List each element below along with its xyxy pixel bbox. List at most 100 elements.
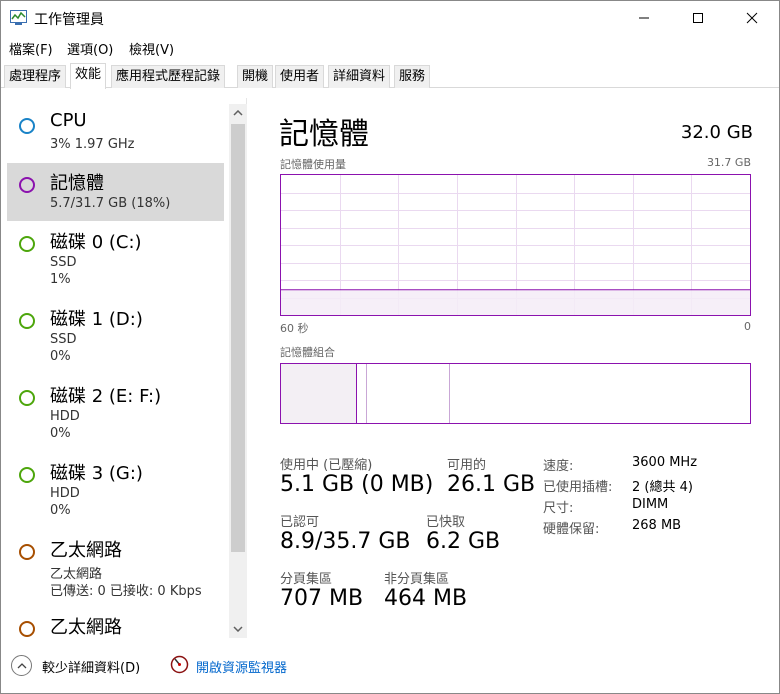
cached-value: 6.2 GB [426,529,501,554]
composition-standby [368,364,450,423]
sidebar-item-memory[interactable]: 記憶體 5.7/31.7 GB (18%) [7,163,224,221]
task-manager-window: 工作管理員 檔案(F) 選項(O) 檢視(V) 處理程序 效能 應用程式歷程記錄… [0,0,780,694]
tab-performance[interactable]: 效能 [70,63,107,89]
sidebar-item-type: SSD [50,332,77,347]
maximize-icon [693,13,703,23]
menu-file[interactable]: 檔案(F) [9,39,53,58]
sidebar-item-name: 磁碟 2 (E: F:) [50,386,162,407]
minimize-button[interactable] [617,1,671,35]
sidebar-item-ethernet-1[interactable]: 乙太網路 乙太網路 已傳送: 0 已接收: 0 Kbps [7,530,224,599]
composition-in-use [281,364,357,423]
chevron-up-icon [233,110,243,116]
sidebar-scrollbar[interactable] [229,104,247,638]
maximize-button[interactable] [671,1,725,35]
disk-ring-icon [19,467,35,483]
resource-monitor-icon[interactable] [170,655,189,674]
sidebar-item-cpu[interactable]: CPU 3% 1.97 GHz [7,104,224,162]
memory-panel: 記憶體 32.0 GB 記憶體使用量 31.7 GB 60 秒 0 記憶體組合 … [279,104,753,634]
memory-ring-icon [19,177,35,193]
graph-time-label: 60 秒 [280,322,309,335]
scrollbar-thumb[interactable] [231,124,245,552]
sidebar-item-usage: 0% [50,349,71,364]
sidebar-item-usage: 0% [50,426,71,441]
form-factor-value: DIMM [632,497,669,512]
chevron-up-icon [17,662,26,668]
usage-area [281,289,750,315]
in-use-label: 使用中 (已壓縮) [280,458,373,473]
disk-ring-icon [19,313,35,329]
hardware-reserved-value: 268 MB [632,518,682,533]
committed-label: 已認可 [280,515,320,530]
tab-users[interactable]: 使用者 [275,65,325,88]
nonpaged-pool-value: 464 MB [384,586,468,611]
cached-label: 已快取 [426,515,466,530]
available-value: 26.1 GB [447,472,536,497]
sidebar-item-type: SSD [50,255,77,270]
sidebar-item-detail: 5.7/31.7 GB (18%) [50,196,171,211]
fewer-details-button[interactable] [11,655,32,676]
menu-view[interactable]: 檢視(V) [129,39,174,58]
sidebar-item-type: HDD [50,486,80,501]
sidebar-item-throughput: 已傳送: 0 已接收: 0 Kbps [50,584,202,599]
sidebar-item-name: CPU [50,110,87,131]
ethernet-ring-icon [19,621,35,637]
usage-graph-plot [281,175,750,315]
scroll-down-button[interactable] [229,620,247,638]
sidebar-item-name: 磁碟 1 (D:) [50,309,143,330]
fewer-details-link[interactable]: 較少詳細資料(D) [42,657,140,676]
cpu-ring-icon [19,118,35,134]
disk-ring-icon [19,390,35,406]
sidebar-item-name: 磁碟 0 (C:) [50,232,142,253]
footer-bar: 較少詳細資料(D) 開啟資源監視器 [1,649,779,689]
slots-label: 已使用插槽: [543,480,613,495]
minimize-icon [639,17,649,19]
tab-services[interactable]: 服務 [394,65,431,88]
chevron-down-icon [233,626,243,632]
sidebar-item-name: 乙太網路 [50,540,122,561]
open-resource-monitor-link[interactable]: 開啟資源監視器 [196,657,287,676]
resource-sidebar: CPU 3% 1.97 GHz 記憶體 5.7/31.7 GB (18%) 磁碟… [1,98,247,638]
tab-strip: 處理程序 效能 應用程式歷程記錄 開機 使用者 詳細資料 服務 [1,63,779,89]
sidebar-item-name: 記憶體 [50,173,104,194]
speed-value: 3600 MHz [632,455,698,470]
tab-app-history[interactable]: 應用程式歷程記錄 [111,65,226,88]
sidebar-item-disk-1[interactable]: 磁碟 1 (D:) SSD 0% [7,299,224,364]
tab-processes[interactable]: 處理程序 [4,65,67,88]
menu-bar: 檔案(F) 選項(O) 檢視(V) [1,35,779,59]
sidebar-item-usage: 1% [50,272,71,287]
slots-value: 2 (總共 4) [632,480,693,495]
page-title: 記憶體 [279,117,369,152]
usage-graph-max: 31.7 GB [706,156,751,169]
title-bar: 工作管理員 [1,1,779,35]
tab-startup[interactable]: 開機 [237,65,274,88]
disk-ring-icon [19,236,35,252]
nonpaged-pool-label: 非分頁集區 [384,572,450,587]
available-label: 可用的 [447,458,487,473]
sidebar-item-disk-0[interactable]: 磁碟 0 (C:) SSD 1% [7,222,224,287]
memory-total: 32.0 GB [680,122,753,143]
committed-value: 8.9/35.7 GB [280,529,411,554]
tab-details[interactable]: 詳細資料 [328,65,391,88]
form-factor-label: 尺寸: [543,501,574,516]
close-button[interactable] [725,1,779,35]
hardware-reserved-label: 硬體保留: [543,522,600,537]
memory-composition-bar [280,363,751,424]
in-use-value: 5.1 GB (0 MB) [280,472,434,497]
composition-modified [358,364,367,423]
composition-label: 記憶體組合 [280,346,335,359]
sidebar-item-disk-2[interactable]: 磁碟 2 (E: F:) HDD 0% [7,376,224,441]
scroll-up-button[interactable] [229,104,247,122]
paged-pool-label: 分頁集區 [280,572,333,587]
menu-options[interactable]: 選項(O) [67,39,113,58]
speed-label: 速度: [543,459,574,474]
sidebar-item-usage: 0% [50,503,71,518]
usage-graph-label: 記憶體使用量 [280,158,346,171]
sidebar-item-name: 磁碟 3 (G:) [50,463,143,484]
sidebar-item-detail: 3% 1.97 GHz [50,137,135,152]
window-title: 工作管理員 [34,12,104,28]
sidebar-item-ethernet-2[interactable]: 乙太網路 [7,607,224,638]
ethernet-ring-icon [19,544,35,560]
sidebar-item-disk-3[interactable]: 磁碟 3 (G:) HDD 0% [7,453,224,518]
graph-time-end: 0 [744,320,751,333]
paged-pool-value: 707 MB [280,586,364,611]
